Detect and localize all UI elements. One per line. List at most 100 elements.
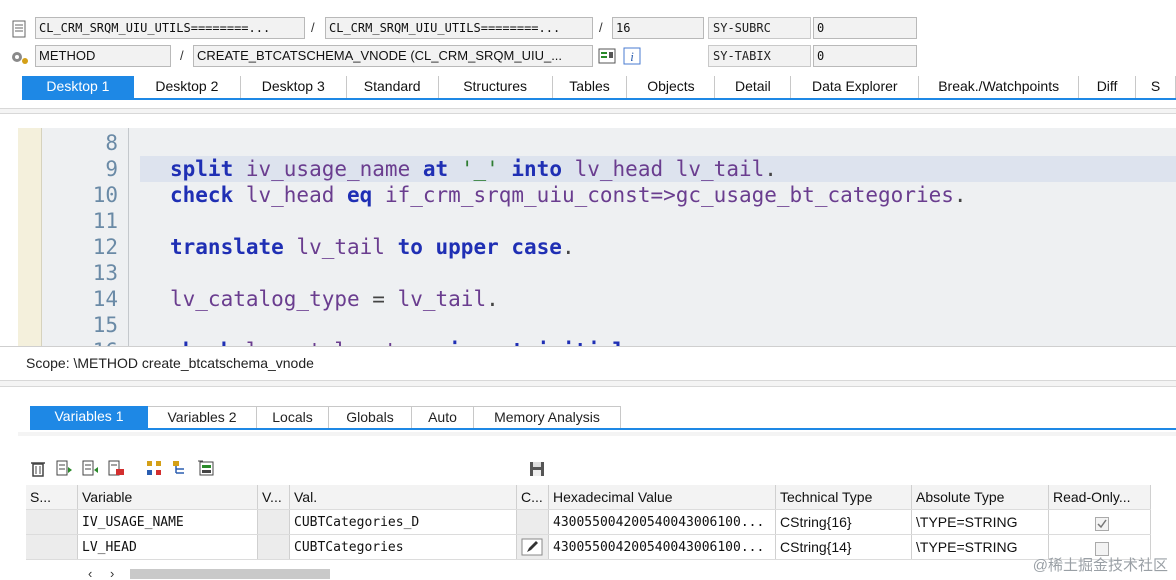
tab-variables-1[interactable]: Variables 1 [30,406,148,428]
variable-name-cell[interactable]: IV_USAGE_NAME [78,510,258,534]
delete-icon[interactable] [28,458,48,478]
variables-grid: S... Variable V... Val. C... Hexadecimal Valu… [26,485,1151,560]
remove-row-icon[interactable] [106,458,126,478]
grid-cell[interactable] [517,510,549,534]
display-icon[interactable] [598,47,616,65]
code-token: to upper case [397,235,562,259]
hex-value-cell[interactable]: 430055004200540043006100... [549,535,776,559]
tab-detail[interactable]: Detail [715,76,792,98]
tab-memory-analysis[interactable]: Memory Analysis [474,406,621,428]
source-code-pane[interactable]: 8 9 split iv_usage_name at '_' into lv_hea… [18,128,1176,346]
line-number: 15 [92,313,118,337]
pane-divider[interactable] [0,380,1176,387]
tab-tables[interactable]: Tables [553,76,628,98]
column-header[interactable]: C... [517,485,549,509]
scroll-right-icon[interactable]: › [110,566,114,580]
program-field-include[interactable]: CL_CRM_SRQM_UIU_UTILS========... [325,17,593,39]
scope-label: Scope: \METHOD create_btcatschema_vnode [26,355,314,371]
desktop-tab-bar: Desktop 1 Desktop 2 Desktop 3 Standard Struc… [22,76,1176,100]
breakpoint-gutter[interactable] [18,128,42,346]
tab-standard[interactable]: Standard [347,76,439,98]
tab-desktop-3[interactable]: Desktop 3 [241,76,347,98]
grid-cell[interactable] [258,535,290,559]
info-icon[interactable]: i [623,47,641,65]
tree-icon[interactable] [170,458,190,478]
variable-name-cell[interactable]: LV_HEAD [78,535,258,559]
column-header[interactable]: Variable [78,485,258,509]
grid-cell[interactable] [26,510,78,534]
code-token: . [764,157,777,181]
hex-value-cell[interactable]: 430055004200540043006100... [549,510,776,534]
code-line[interactable]: lv_catalog_type = lv_tail. [170,286,499,312]
method-field[interactable]: CREATE_BTCATSCHEMA_VNODE (CL_CRM_SRQM_UI… [193,45,593,67]
tab-locals[interactable]: Locals [257,406,329,428]
technical-type-cell[interactable]: CString{14} [776,535,912,559]
scroll-left-icon[interactable]: ‹ [88,566,92,580]
scroll-thumb[interactable] [130,569,330,579]
read-only-checkbox[interactable] [1094,515,1109,534]
tab-desktop-1[interactable]: Desktop 1 [22,76,134,98]
column-header[interactable]: V... [258,485,290,509]
append-row-icon[interactable] [80,458,100,478]
code-token: lv_tail [384,287,487,311]
line-number: 11 [92,209,118,233]
table-row[interactable]: IV_USAGE_NAME CUBTCategories_D 43005500420… [26,510,1151,535]
grid-cell[interactable] [26,535,78,559]
column-header[interactable]: Technical Type [776,485,912,509]
read-only-cell[interactable] [1049,510,1151,534]
grid-cell[interactable] [258,510,290,534]
tab-desktop-2[interactable]: Desktop 2 [134,76,241,98]
code-token: is not initial [448,339,625,346]
sy-subrc-label: SY-SUBRC [708,17,811,39]
tab-data-explorer[interactable]: Data Explorer [791,76,920,98]
column-header[interactable]: S... [26,485,78,509]
table-row[interactable]: LV_HEAD CUBTCategories 4300550042005400430… [26,535,1151,560]
code-line[interactable]: translate lv_tail to upper case. [170,234,575,260]
tab-variables-2[interactable]: Variables 2 [148,406,257,428]
sy-tabix-value[interactable]: 0 [813,45,917,67]
export-icon[interactable] [196,458,216,478]
code-token: check [170,183,234,207]
tab-s[interactable]: S [1136,76,1176,98]
pane-divider[interactable] [0,108,1176,114]
code-token: eq [347,183,373,207]
value-cell[interactable]: CUBTCategories [290,535,517,559]
line-number-field[interactable]: 16 [612,17,704,39]
code-line[interactable]: check lv_head eq if_crm_srqm_uiu_const=>… [170,182,967,208]
tab-structures[interactable]: Structures [439,76,553,98]
column-header[interactable]: Absolute Type [912,485,1049,509]
insert-row-icon[interactable] [54,458,74,478]
code-token: . [561,235,575,259]
code-line[interactable]: split iv_usage_name at '_' into lv_head … [140,156,1176,182]
variables-tab-bar: Variables 1 Variables 2 Locals Globals Auto M… [30,406,1176,430]
tab-break-watchpoints[interactable]: Break./Watchpoints [919,76,1080,98]
program-field-main[interactable]: CL_CRM_SRQM_UIU_UTILS========... [35,17,305,39]
event-type-field[interactable]: METHOD [35,45,171,67]
code-token: check [170,339,233,346]
toolbar-spacer [132,458,138,478]
line-number: 12 [92,235,118,259]
edit-pencil-icon[interactable] [521,538,543,559]
code-token: lv_catalog_type [233,339,448,346]
column-header[interactable]: Val. [290,485,517,509]
value-cell[interactable]: CUBTCategories_D [290,510,517,534]
column-header[interactable]: Hexadecimal Value [549,485,776,509]
tab-objects[interactable]: Objects [627,76,716,98]
code-line[interactable]: check lv_catalog_type is not initial. [170,338,638,346]
sy-subrc-value[interactable]: 0 [813,17,917,39]
hierarchy-icon[interactable] [144,458,164,478]
horizontal-scrollbar[interactable]: ‹ › [88,566,348,580]
absolute-type-cell[interactable]: \TYPE=STRING [912,535,1049,559]
code-token: = [372,287,385,311]
column-header[interactable]: Read-Only... [1049,485,1151,509]
absolute-type-cell[interactable]: \TYPE=STRING [912,510,1049,534]
tab-auto[interactable]: Auto [412,406,474,428]
code-token: lv_head lv_tail [561,157,765,181]
code-token: split [170,157,234,181]
code-token: . [486,287,499,311]
tab-globals[interactable]: Globals [329,406,412,428]
tab-diff[interactable]: Diff [1079,76,1137,98]
save-icon[interactable] [527,459,547,479]
grid-cell[interactable] [517,535,549,559]
technical-type-cell[interactable]: CString{16} [776,510,912,534]
